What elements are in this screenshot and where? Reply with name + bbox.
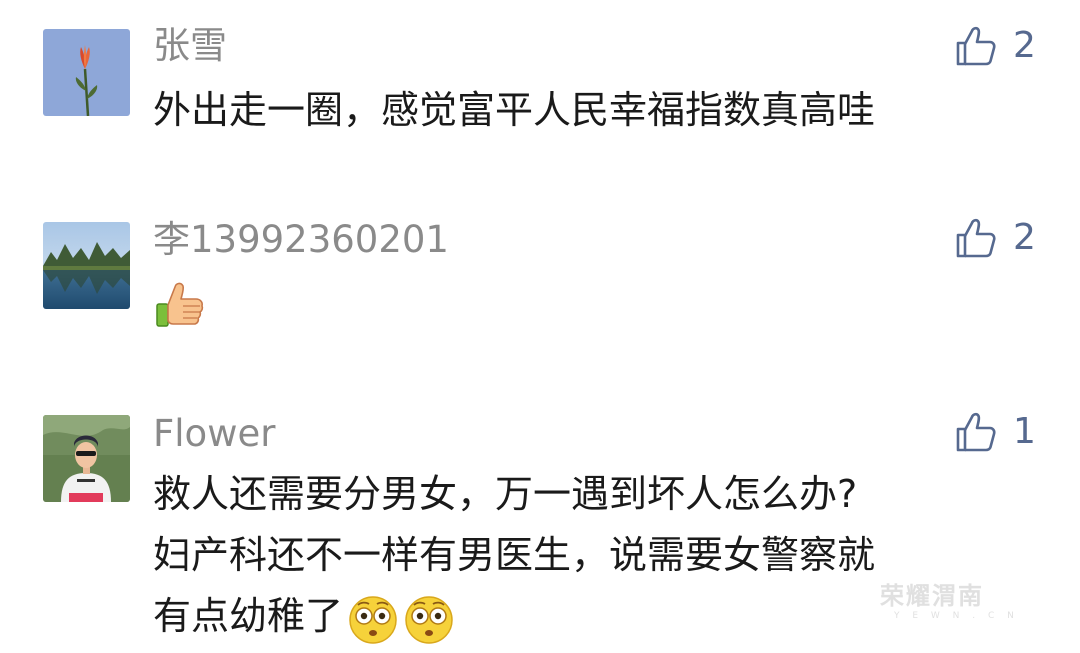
username[interactable]: 张雪 bbox=[153, 24, 227, 68]
like-button[interactable]: 2 bbox=[955, 215, 1036, 261]
thumbs-up-outline-icon bbox=[956, 412, 996, 452]
comment-feed: 张雪 外出走一圈，感觉富平人民幸福指数真高哇 2 李13992360201 2 … bbox=[0, 0, 1080, 653]
username[interactable]: 李13992360201 bbox=[153, 218, 449, 262]
comment-line-text: 有点幼稚了 bbox=[153, 594, 344, 638]
like-count: 2 bbox=[1013, 25, 1036, 66]
watermark-text: 荣耀渭南 bbox=[880, 582, 984, 610]
comment-text: 外出走一圈，感觉富平人民幸福指数真高哇 bbox=[153, 80, 1023, 141]
comment-item: 李13992360201 2 bbox=[0, 190, 1080, 390]
like-count: 1 bbox=[1013, 411, 1036, 452]
comment-line: 外出走一圈，感觉富平人民幸福指数真高哇 bbox=[153, 88, 876, 132]
like-count: 2 bbox=[1013, 217, 1036, 258]
watermark-subtext: Y E W N . C N bbox=[894, 611, 1019, 621]
like-button[interactable]: 1 bbox=[955, 409, 1036, 455]
thumbs-up-outline-icon bbox=[956, 26, 996, 66]
avatar[interactable] bbox=[43, 415, 130, 502]
flushed-face-emoji bbox=[347, 593, 399, 645]
lily-flower-icon bbox=[43, 29, 130, 116]
thumbs-up-emoji bbox=[153, 277, 209, 333]
mountain-lake-icon bbox=[43, 222, 130, 309]
comment-line: 妇产科还不一样有男医生，说需要女警察就 bbox=[153, 533, 876, 577]
watermark-logo: 荣耀渭南 Y E W N . C N bbox=[880, 582, 1040, 628]
woman-portrait-icon bbox=[43, 415, 130, 502]
username[interactable]: Flower bbox=[153, 412, 275, 456]
thumbs-up-outline-icon bbox=[956, 218, 996, 258]
comment-line: 救人还需要分男女，万一遇到坏人怎么办? bbox=[153, 472, 858, 516]
comment-text bbox=[153, 272, 1023, 333]
like-button[interactable]: 2 bbox=[955, 23, 1036, 69]
comment-item: 张雪 外出走一圈，感觉富平人民幸福指数真高哇 2 bbox=[0, 0, 1080, 190]
avatar[interactable] bbox=[43, 29, 130, 116]
avatar[interactable] bbox=[43, 222, 130, 309]
flushed-face-emoji bbox=[403, 593, 455, 645]
